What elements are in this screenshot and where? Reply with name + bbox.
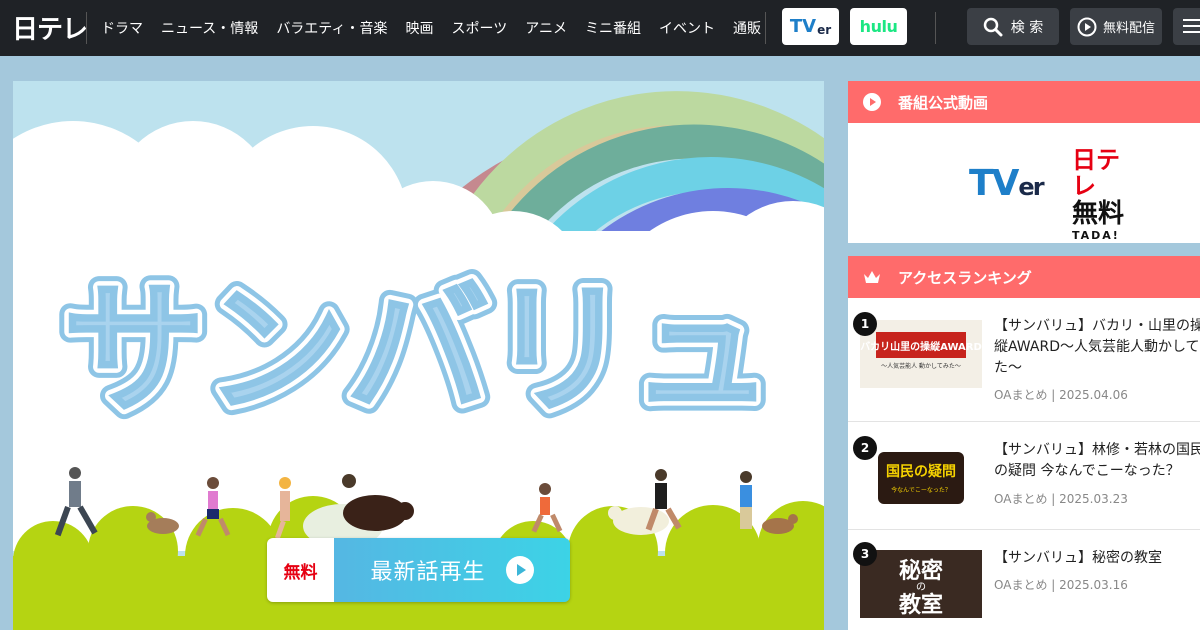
rank-number: 2 — [853, 436, 877, 460]
nav-drama[interactable]: ドラマ — [101, 18, 152, 38]
rank-number: 1 — [853, 312, 877, 336]
tver-label: TV — [789, 16, 817, 37]
program-logo: サンバリュ サンバリュ サンバリュ — [52, 257, 784, 444]
ntv-tada-top: 日テレ — [1072, 146, 1120, 200]
divider — [935, 12, 936, 44]
ntv-logo[interactable]: 日テレ — [12, 10, 88, 45]
tver-suffix: er — [817, 22, 832, 37]
divider — [765, 12, 766, 44]
rank-number: 3 — [853, 542, 877, 566]
tver-button[interactable]: TV er — [782, 8, 839, 45]
play-icon — [505, 556, 534, 584]
tver-logo-suffix: er — [1018, 173, 1044, 201]
official-video-title: 番組公式動画 — [898, 93, 989, 112]
hamburger-icon — [1183, 19, 1200, 21]
search-icon — [983, 17, 1003, 36]
thumb-title: バカリ山里の操縦AWARD — [860, 340, 982, 353]
program-logo-fill: サンバリュ — [63, 268, 773, 433]
hulu-button[interactable]: hulu — [850, 8, 907, 45]
ntv-tada-bottom: TADA! — [1072, 229, 1120, 242]
official-video-heading: 番組公式動画 — [848, 81, 1200, 123]
nav-sports[interactable]: スポーツ — [451, 18, 516, 38]
crown-icon — [862, 267, 882, 287]
thumb-title-top: 秘密 — [899, 558, 943, 584]
thumb-title-bottom: 教室 — [899, 592, 943, 618]
tver-logo-link[interactable]: TVer — [969, 163, 1045, 204]
play-latest-label: 最新話再生 — [370, 560, 486, 585]
hamburger-menu-button[interactable] — [1173, 8, 1200, 45]
ranking-heading: アクセスランキング — [848, 256, 1200, 298]
ntv-tada-mid: 無料 — [1072, 199, 1125, 229]
thumb-sub: 今なんでこーなった？ — [891, 486, 951, 494]
thumb-title: 国民の疑問 — [886, 464, 956, 480]
free-badge: 無料 — [267, 538, 334, 602]
ranking-item-meta: OAまとめ | 2025.03.16 — [994, 578, 1128, 592]
nav-variety[interactable]: バラエティ・音楽 — [276, 18, 396, 38]
ranking-category: OAまとめ — [994, 578, 1048, 592]
ranking-date: 2025.04.06 — [1059, 388, 1128, 402]
nav-movie[interactable]: 映画 — [405, 18, 442, 38]
ranking-thumbnail[interactable]: 国民の疑問 今なんでこーなった？ — [860, 444, 982, 512]
hamburger-icon — [1183, 31, 1200, 33]
play-circle-icon — [1077, 17, 1097, 36]
hamburger-icon — [1183, 25, 1200, 27]
ranking-item-title[interactable]: 【サンバリュ】秘密の教室 — [994, 548, 1200, 569]
thumb-sub: 〜人気芸能人 動かしてみた〜 — [881, 362, 961, 370]
ranking-list: 1 バカリ山里の操縦AWARD 〜人気芸能人 動かしてみた〜 【サンバリュ】バカ… — [848, 298, 1200, 630]
search-label: 検 索 — [1010, 19, 1044, 36]
official-video-panel: TVer 日テレ 無料 TADA! — [848, 123, 1200, 243]
ranking-thumbnail[interactable]: 秘密 の 教室 — [860, 550, 982, 618]
ranking-thumbnail[interactable]: バカリ山里の操縦AWARD 〜人気芸能人 動かしてみた〜 — [860, 320, 982, 388]
play-latest-label-area: 最新話再生 — [334, 538, 570, 602]
top-navigation-bar: 日テレ ドラマ ニュース・情報 バラエティ・音楽 映画 スポーツ アニメ ミニ番… — [0, 0, 1200, 56]
search-button[interactable]: 検 索 — [967, 8, 1059, 45]
ranking-date: 2025.03.16 — [1059, 578, 1128, 592]
divider — [86, 12, 87, 44]
ranking-category: OAまとめ — [994, 388, 1048, 402]
ntv-tada-logo-link[interactable]: 日テレ 無料 TADA! — [1072, 147, 1142, 242]
main-nav: ドラマ ニュース・情報 バラエティ・音楽 映画 スポーツ アニメ ミニ番組 イベ… — [101, 0, 779, 56]
tver-logo-text: TV — [969, 163, 1019, 204]
ranking-item[interactable]: 1 バカリ山里の操縦AWARD 〜人気芸能人 動かしてみた〜 【サンバリュ】バカ… — [848, 298, 1200, 422]
ranking-title: アクセスランキング — [898, 268, 1032, 287]
ranking-item-title[interactable]: 【サンバリュ】バカリ・山里の操縦AWARD〜人気芸能人動かしてみた〜 — [994, 316, 1200, 379]
free-stream-button[interactable]: 無料配信 — [1070, 8, 1162, 45]
ranking-date: 2025.03.23 — [1059, 492, 1128, 506]
play-circle-icon — [862, 92, 882, 112]
ranking-category: OAまとめ — [994, 492, 1048, 506]
nav-news[interactable]: ニュース・情報 — [161, 18, 267, 38]
ranking-item-meta: OAまとめ | 2025.04.06 — [994, 388, 1128, 402]
ranking-item-title[interactable]: 【サンバリュ】林修・若林の国民の疑問 今なんでこーなった？ — [994, 440, 1200, 482]
play-latest-episode-button[interactable]: 無料 最新話再生 — [267, 538, 570, 602]
ranking-item[interactable]: 2 国民の疑問 今なんでこーなった？ 【サンバリュ】林修・若林の国民の疑問 今な… — [848, 422, 1200, 530]
free-stream-label: 無料配信 — [1102, 21, 1155, 36]
program-hero-image[interactable]: サンバリュ サンバリュ サンバリュ 無料 最新話再生 — [13, 81, 824, 630]
nav-anime[interactable]: アニメ — [525, 18, 576, 38]
ranking-item-meta: OAまとめ | 2025.03.23 — [994, 492, 1128, 506]
nav-mini[interactable]: ミニ番組 — [585, 18, 650, 38]
ranking-item[interactable]: 3 秘密 の 教室 【サンバリュ】秘密の教室 OAまとめ | 2025.03.1… — [848, 530, 1200, 630]
nav-event[interactable]: イベント — [659, 18, 724, 38]
